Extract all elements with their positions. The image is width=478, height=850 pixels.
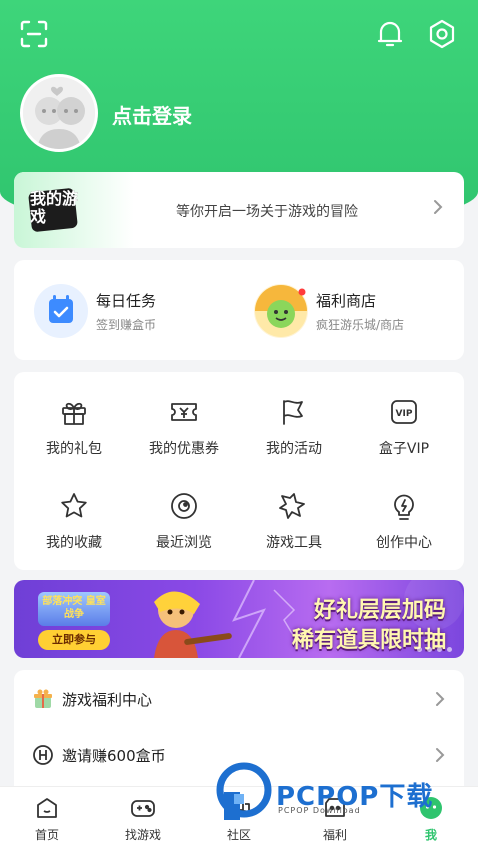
tools-icon (279, 493, 305, 519)
avatar-illustration-icon (23, 77, 95, 149)
gift-box-icon (34, 689, 52, 708)
grid-label: 最近浏览 (156, 535, 212, 551)
promo-join-button[interactable]: 立即参与 (38, 630, 110, 650)
tab-label: 首页 (34, 828, 59, 842)
grid-item-my-coupons[interactable]: 我的优惠券 (128, 396, 240, 476)
top-bar (0, 14, 478, 54)
carousel-dots (417, 647, 452, 652)
chevron-right-icon (434, 746, 446, 769)
grid-label: 我的优惠券 (149, 441, 219, 457)
my-games-banner[interactable]: 我的游戏 等你开启一场关于游戏的冒险 (14, 172, 464, 248)
welfare-shop-mascot-icon (254, 284, 308, 338)
star-icon (61, 493, 87, 518)
grid-item-my-activities[interactable]: 我的活动 (238, 396, 350, 476)
tab-label: 社区 (226, 828, 251, 842)
menu-list: 游戏福利中心 邀请赚600盒币 (14, 670, 464, 790)
my-games-logo: 我的游戏 (14, 172, 134, 248)
promo-headline: 好礼层层加码 (313, 598, 446, 623)
features-grid: 我的礼包 我的优惠券 我的活动 VIP 盒子VIP 我的收藏 最近浏览 游戏工具… (14, 372, 464, 570)
tasks-card: 每日任务 签到赚盒币 福利商店 疯狂游乐城/商店 (14, 260, 464, 360)
eye-icon (171, 493, 197, 519)
list-item-label: 邀请赚600盒币 (62, 747, 166, 765)
grid-label: 我的收藏 (46, 535, 102, 551)
grid-label: 我的活动 (266, 441, 322, 457)
grid-item-creator-center[interactable]: 创作中心 (348, 490, 460, 570)
banner-text: 等你开启一场关于游戏的冒险 (176, 204, 358, 220)
daily-task-title: 每日任务 (96, 292, 157, 310)
vip-icon: VIP (391, 400, 417, 424)
home-icon (37, 798, 57, 818)
scan-icon[interactable] (16, 16, 52, 52)
tab-me[interactable]: 我 (396, 795, 466, 847)
tab-welfare[interactable]: 福利 (300, 795, 370, 847)
list-item-game-welfare-center[interactable]: 游戏福利中心 (14, 672, 464, 726)
tab-label: 我 (424, 828, 437, 842)
gift-icon (62, 402, 86, 425)
daily-task-subtitle: 签到赚盒币 (96, 318, 157, 332)
daily-task-entry[interactable]: 每日任务 签到赚盒币 (34, 280, 234, 340)
tab-label: 福利 (322, 828, 347, 842)
welfare-icon (325, 798, 345, 817)
my-games-logo-text: 我的游戏 (30, 189, 79, 226)
calendar-check-icon (34, 284, 88, 338)
svg-text:VIP: VIP (396, 409, 413, 419)
hexagon-settings-icon[interactable] (424, 16, 460, 52)
grid-label: 创作中心 (376, 535, 432, 551)
grid-item-my-gifts[interactable]: 我的礼包 (18, 396, 130, 476)
tab-label: 找游戏 (124, 828, 161, 842)
welfare-shop-subtitle: 疯狂游乐城/商店 (316, 318, 405, 332)
bottom-tab-bar: 首页 找游戏 社区 福利 我 (0, 786, 478, 850)
gamepad-icon (131, 800, 155, 817)
welfare-shop-title: 福利商店 (316, 292, 377, 310)
chevron-right-icon (434, 690, 446, 713)
chevron-right-icon (432, 198, 444, 221)
grid-label: 游戏工具 (266, 535, 322, 551)
h-coin-icon (33, 745, 53, 765)
promo-hero-character-icon (154, 591, 232, 658)
tab-find-games[interactable]: 找游戏 (108, 795, 178, 847)
promo-game-badge: 部落冲突 皇室战争 (38, 592, 110, 626)
grid-label: 我的礼包 (46, 441, 102, 457)
me-icon (420, 797, 442, 819)
grid-item-my-favorites[interactable]: 我的收藏 (18, 490, 130, 570)
grid-item-game-tools[interactable]: 游戏工具 (238, 490, 350, 570)
tab-community[interactable]: 社区 (204, 795, 274, 847)
login-label[interactable]: 点击登录 (112, 100, 192, 129)
avatar[interactable] (20, 74, 98, 152)
community-icon (228, 799, 250, 815)
promo-banner[interactable]: 部落冲突 皇室战争 立即参与 好礼层层加码 稀有道具限时抽 (14, 580, 464, 658)
tab-home[interactable]: 首页 (12, 795, 82, 847)
list-item-label: 游戏福利中心 (62, 691, 153, 709)
bulb-icon (394, 494, 414, 520)
welfare-shop-entry[interactable]: 福利商店 疯狂游乐城/商店 (254, 280, 454, 340)
grid-item-box-vip[interactable]: VIP 盒子VIP (348, 396, 460, 476)
bell-icon[interactable] (372, 16, 408, 52)
coupon-icon (171, 403, 197, 421)
list-item-invite-earn[interactable]: 邀请赚600盒币 (14, 728, 464, 782)
grid-item-recent-views[interactable]: 最近浏览 (128, 490, 240, 570)
flag-icon (283, 400, 303, 425)
grid-label: 盒子VIP (378, 441, 430, 457)
